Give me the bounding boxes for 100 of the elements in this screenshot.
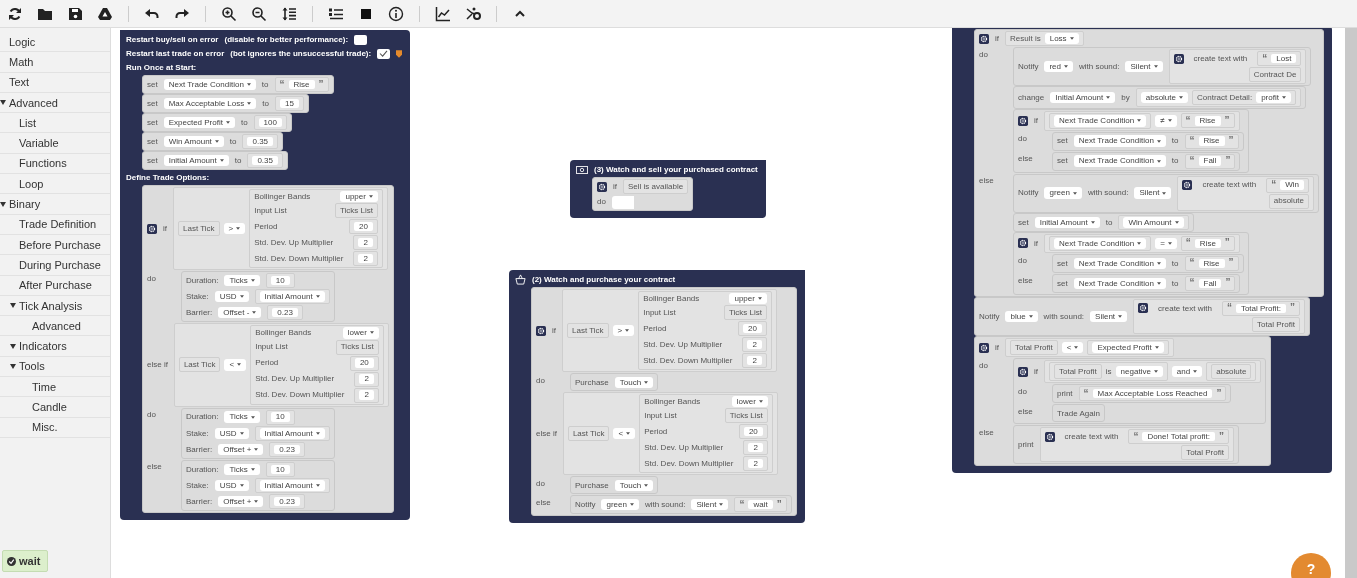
dropdown[interactable]: Initial Amount	[259, 291, 325, 303]
text-field[interactable]: Fall	[1198, 156, 1222, 166]
gear-icon[interactable]	[1018, 366, 1028, 377]
dropdown[interactable]: Offset +	[218, 443, 264, 455]
category-item[interactable]: Tick Analysis	[0, 295, 110, 317]
category-item[interactable]: After Purchase	[0, 275, 110, 296]
dropdown[interactable]: Next Trade Condition	[1054, 115, 1147, 127]
dropdown[interactable]: green	[601, 499, 639, 511]
statement-block[interactable]: if Next Trade Condition = “ Rise ” do set Next Trade Condition to “ Rise ” else set Next Trade Condition to “ Fall ”	[1013, 231, 1249, 295]
number-field[interactable]: 15	[279, 98, 299, 109]
category-item[interactable]: Logic	[0, 32, 110, 53]
category-item[interactable]: Misc.	[0, 417, 110, 438]
statement-block[interactable]: set Next Trade Condition to “ Fall ”	[1052, 151, 1241, 171]
statement-block[interactable]: Notify red with sound: Silent create text with “ Lost Contract De	[1013, 47, 1312, 87]
gear-icon[interactable]	[979, 342, 989, 353]
category-item[interactable]: Variable	[0, 133, 110, 154]
dropdown[interactable]: Expected Profit	[1092, 341, 1164, 354]
dropdown[interactable]: Ticks	[224, 463, 260, 475]
category-item[interactable]: Binary	[0, 194, 110, 215]
number-field[interactable]: 2	[358, 254, 373, 264]
statement-block[interactable]: set Max Acceptable Loss to 15	[142, 94, 309, 113]
category-item[interactable]: Indicators	[0, 336, 110, 357]
dropdown[interactable]: <	[224, 359, 247, 371]
number-field[interactable]: 2	[359, 390, 374, 400]
category-item[interactable]: Trade Definition	[0, 214, 110, 235]
dropdown[interactable]: =	[1155, 237, 1177, 249]
number-field[interactable]: 0.23	[272, 308, 298, 318]
dropdown[interactable]: Expected Profit	[163, 116, 235, 129]
statement-block[interactable]: set Next Trade Condition to “ Fall ”	[1052, 273, 1241, 293]
dropdown[interactable]: Max Acceptable Loss	[163, 97, 257, 110]
number-field[interactable]: 2	[748, 443, 763, 453]
number-field[interactable]: 2	[359, 374, 374, 384]
dropdown[interactable]: green	[1044, 187, 1082, 199]
statement-block[interactable]: set Expected Profit to 100	[142, 113, 292, 132]
gear-icon[interactable]	[1018, 238, 1028, 249]
number-field[interactable]: 100	[258, 117, 282, 128]
dropdown[interactable]: Next Trade Condition	[1073, 257, 1166, 270]
dropdown[interactable]: and	[1171, 366, 1203, 378]
statement-block[interactable]: set Win Amount to 0.35	[142, 132, 284, 151]
number-field[interactable]: 20	[743, 324, 762, 334]
dropdown[interactable]: Next Trade Condition	[1073, 155, 1166, 167]
gear-icon[interactable]	[979, 33, 989, 44]
statement-block[interactable]: set Initial Amount to Win Amount	[1013, 212, 1194, 232]
dropdown[interactable]: ≠	[1155, 115, 1177, 127]
category-item[interactable]: Tools	[0, 356, 110, 378]
dropdown[interactable]: Ticks	[224, 275, 260, 287]
statement-block[interactable]: print create text with “ Done! Total profit: ” Total Profit	[1013, 425, 1239, 465]
dropdown[interactable]: Touch	[614, 479, 654, 491]
dropdown[interactable]: Initial Amount	[1050, 92, 1116, 104]
text-field[interactable]: wait	[748, 500, 773, 510]
text-field[interactable]: Lost	[1271, 54, 1297, 64]
dropdown[interactable]: Silent	[1125, 61, 1163, 73]
statement-block[interactable]: if Total Profit < Expected Profit do if Total Profit is negative and absolute do print “ Max Acceptable Loss Reached ” else Trade Again else print create text with “ Done! Total profit: ” Total Profit	[974, 335, 1272, 467]
category-item[interactable]: Time	[0, 377, 110, 398]
dropdown[interactable]: Next Trade Condition	[163, 78, 256, 91]
scrollbar[interactable]	[1345, 28, 1357, 578]
dropdown[interactable]: <	[613, 428, 636, 440]
statement-block[interactable]: set Initial Amount to 0.35	[142, 151, 288, 170]
category-item[interactable]: Text	[0, 72, 110, 93]
number-field[interactable]: 0.35	[247, 136, 274, 147]
category-item[interactable]: Advanced	[0, 316, 110, 337]
dropdown[interactable]: Loss	[1044, 33, 1079, 45]
category-item[interactable]: Functions	[0, 153, 110, 175]
dropdown[interactable]: Next Trade Condition	[1054, 237, 1147, 249]
event-block[interactable]	[509, 270, 805, 524]
number-field[interactable]: 20	[354, 222, 373, 232]
gear-icon[interactable]	[536, 325, 546, 336]
status-chip[interactable]: wait	[2, 550, 49, 572]
dropdown[interactable]: USD	[214, 479, 249, 491]
statement-block[interactable]: Duration: Ticks 10 Stake: USD Initial Amount Barrier: Offset + 0.23	[181, 459, 335, 511]
number-field[interactable]: 20	[743, 427, 763, 437]
text-field[interactable]: Win	[1280, 180, 1304, 190]
dropdown[interactable]: Silent	[1090, 310, 1128, 323]
gear-icon[interactable]	[1173, 53, 1184, 64]
category-item[interactable]: During Purchase	[0, 255, 110, 276]
number-field[interactable]: 2	[747, 356, 762, 366]
event-block[interactable]	[120, 30, 411, 520]
statement-block[interactable]: change Initial Amount by absolute Contract Detail: profit	[1013, 86, 1306, 110]
statement-block[interactable]: set Next Trade Condition to “ Rise ”	[1052, 253, 1244, 273]
event-block[interactable]: (3) Watch and sell your purchased contract if Sell is available do	[570, 160, 766, 218]
category-item[interactable]: Candle	[0, 397, 110, 418]
dropdown[interactable]: Win Amount	[163, 135, 224, 148]
statement-block[interactable]: print “ Max Acceptable Loss Reached ”	[1052, 384, 1232, 404]
dropdown[interactable]: >	[612, 325, 635, 337]
dropdown[interactable]: Next Trade Condition	[1073, 135, 1166, 147]
dropdown[interactable]: Initial Amount	[163, 154, 229, 167]
text-field[interactable]: Done! Total profit:	[1142, 432, 1215, 442]
dropdown[interactable]: Initial Amount	[259, 427, 325, 439]
dropdown[interactable]: absolute	[1140, 92, 1188, 104]
dropdown[interactable]: lower	[342, 327, 379, 339]
statement-block[interactable]: Duration: Ticks 10 Stake: USD Initial Amount Barrier: Offset - 0.23	[181, 271, 335, 323]
statement-block[interactable]: Purchase Touch	[570, 476, 659, 495]
dropdown[interactable]: Win Amount	[1123, 216, 1184, 228]
number-field[interactable]: 2	[747, 340, 762, 350]
statement-block[interactable]: Notify blue with sound: Silent create text with “ Total Profit: ” Total Profit	[974, 296, 1310, 336]
checkbox[interactable]	[354, 34, 368, 45]
dropdown[interactable]: Offset -	[218, 307, 262, 319]
statement-block[interactable]: Trade Again	[1052, 404, 1105, 423]
text-field[interactable]: Rise	[1198, 136, 1225, 146]
dropdown[interactable]: Offset +	[218, 495, 264, 508]
